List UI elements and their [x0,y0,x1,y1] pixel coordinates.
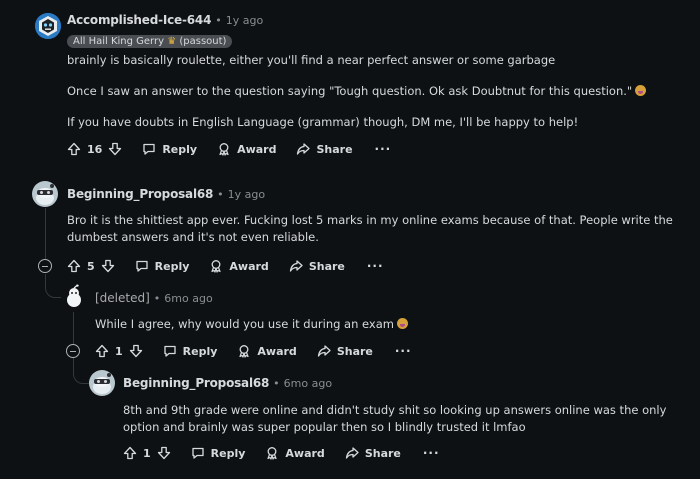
more-options-icon[interactable]: ··· [423,446,440,460]
comment-author[interactable]: Beginning_Proposal68 [67,187,213,201]
share-label: Share [336,344,373,358]
avatar[interactable] [61,284,87,310]
comment-bubble-icon [136,260,148,272]
reply-label: Reply [162,142,198,156]
comment-body: Once I saw an answer to the question say… [67,83,667,100]
comment-author[interactable]: Beginning_Proposal68 [123,376,269,390]
thread-connector [45,274,61,298]
separator-dot: • [153,291,161,305]
comment-body: Bro it is the shittiest app ever. Fuckin… [67,212,682,246]
share-button[interactable]: Share [345,446,401,460]
comment-body: brainly is basically roulette, either yo… [67,52,667,69]
upvote-icon[interactable] [95,344,109,358]
reply-label: Reply [210,446,246,460]
share-button[interactable]: Share [296,142,353,156]
more-options-icon[interactable]: ··· [367,259,384,273]
separator-dot: • [215,13,222,27]
comment-paragraph: While I agree, why would you use it duri… [95,317,394,331]
collapse-thread-button[interactable] [38,259,52,273]
share-button[interactable]: Share [289,259,345,273]
downvote-icon[interactable] [108,142,122,156]
downvote-icon[interactable] [157,446,171,460]
robot-avatar-icon [35,13,61,39]
award-label: Award [237,142,277,156]
award-button[interactable]: Award [237,344,297,358]
comment-paragraph: Once I saw an answer to the question say… [67,84,633,98]
award-icon [211,260,222,273]
laughing-emoji-icon [635,85,647,96]
comment-paragraph: Bro it is the shittiest app ever. Fuckin… [67,213,673,244]
downvote-icon[interactable] [101,259,115,273]
comment-bubble-icon [164,345,176,357]
share-icon [345,447,359,459]
award-icon [219,143,229,156]
reply-label: Reply [182,344,218,358]
reply-label: Reply [154,259,190,273]
more-options-icon[interactable]: ··· [395,344,412,358]
vote-count: 16 [87,142,103,156]
upvote-icon[interactable] [123,446,137,460]
vote-count: 1 [115,344,123,358]
comment-author[interactable]: Accomplished-Ice-644 [67,13,211,27]
comment-timestamp[interactable]: 6mo ago [284,377,332,390]
award-button[interactable]: Award [265,446,325,460]
comment-timestamp[interactable]: 1y ago [226,14,263,27]
upvote-icon[interactable] [67,259,81,273]
share-label: Share [364,446,401,460]
reply-button[interactable]: Reply [142,142,197,156]
separator-dot: • [217,187,224,201]
crown-icon: ♛ [167,36,177,47]
reply-button[interactable]: Reply [191,446,246,460]
comment-actions: 5 Reply Award Share ··· [67,256,384,276]
award-button[interactable]: Award [217,142,276,156]
comment-body: While I agree, why would you use it duri… [95,316,675,333]
award-button[interactable]: Award [209,259,269,273]
deleted-user-icon [67,284,81,307]
comment-paragraph: 8th and 9th grade were online and didn't… [123,403,667,434]
share-label: Share [308,259,345,273]
snoo-avatar-icon [32,181,58,207]
snoo-avatar-icon [89,370,115,396]
upvote-icon[interactable] [67,142,81,156]
user-flair: All Hail King Gerry ♛ (passout) [67,35,233,48]
reply-button[interactable]: Reply [163,344,218,358]
comment-bubble-icon [192,447,204,459]
laughing-emoji-icon [396,318,408,329]
collapse-thread-button[interactable] [66,344,80,358]
comment-actions: 16 Reply Award Share ··· [67,139,391,159]
award-label: Award [229,259,269,273]
award-label: Award [285,446,325,460]
comment-author: [deleted] [95,291,150,305]
comment-actions: 1 Reply Award Share ··· [123,443,440,463]
comment-paragraph: If you have doubts in English Language (… [67,115,579,129]
avatar[interactable] [35,13,61,39]
share-icon [297,143,311,155]
share-icon [289,260,303,272]
vote-count: 1 [143,446,151,460]
comment-bubble-icon [143,143,155,155]
avatar[interactable] [89,370,115,396]
more-options-icon[interactable]: ··· [375,142,392,156]
award-icon [267,447,278,460]
separator-dot: • [273,376,280,390]
comment-body: 8th and 9th grade were online and didn't… [123,402,683,436]
vote-count: 5 [87,259,95,273]
thread-line[interactable] [45,208,46,260]
comment-timestamp[interactable]: 6mo ago [164,292,212,305]
award-icon [239,345,250,358]
share-button[interactable]: Share [317,344,373,358]
thread-line[interactable] [73,312,74,345]
reply-button[interactable]: Reply [135,259,190,273]
avatar[interactable] [32,181,58,207]
award-label: Award [257,344,297,358]
downvote-icon[interactable] [129,344,143,358]
comment-paragraph: brainly is basically roulette, either yo… [67,53,556,67]
comment-actions: 1 Reply Award Share ··· [95,341,412,361]
share-icon [317,345,331,357]
thread-connector [73,358,89,384]
share-label: Share [316,142,353,156]
comment-timestamp[interactable]: 1y ago [228,188,265,201]
